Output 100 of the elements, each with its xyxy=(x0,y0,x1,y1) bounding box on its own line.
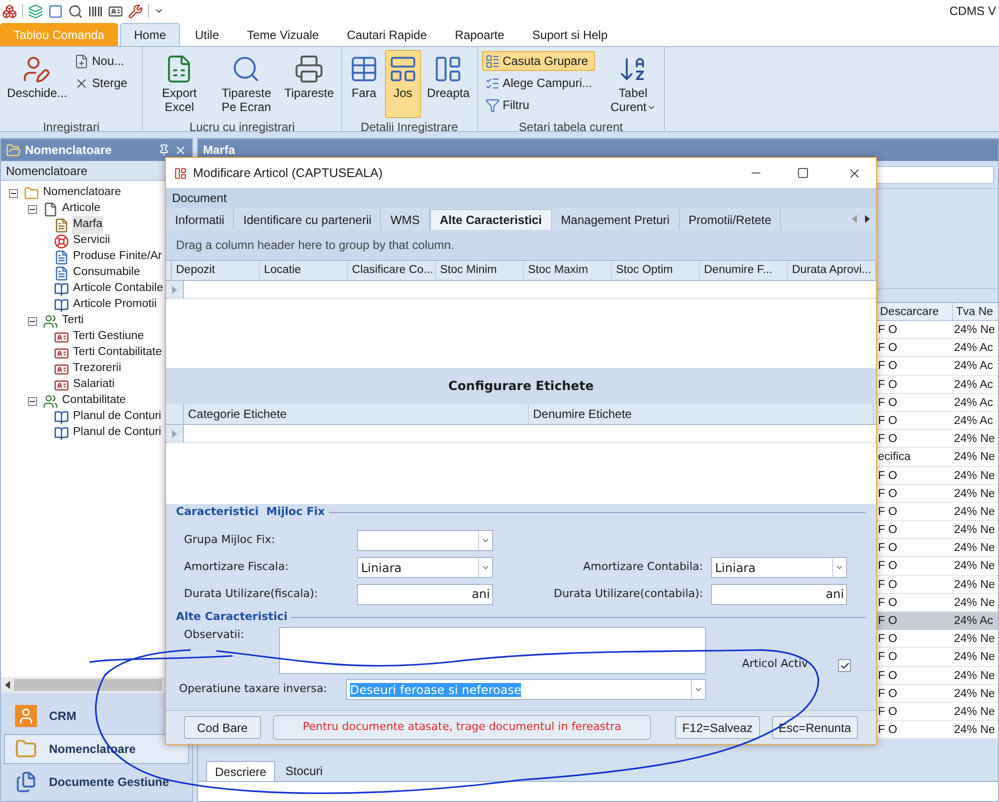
table-cell-text: 24% Ne xyxy=(953,704,996,720)
table-cell-text: 24% Ne xyxy=(953,432,996,448)
ribbon-button[interactable]: Tipareste Pe Ecran xyxy=(214,50,278,118)
ribbon-button[interactable]: Dreapta xyxy=(424,50,473,118)
collapse-toggle[interactable] xyxy=(28,204,37,214)
book-icon xyxy=(54,282,69,296)
table-cell-text: F O xyxy=(877,686,898,702)
new-item-icon xyxy=(74,54,89,68)
ribbon-button[interactable]: Deschide... xyxy=(4,50,68,118)
ribbon-button[interactable]: Sterge xyxy=(71,73,130,93)
table-cell-text: 24% Ne xyxy=(953,468,996,484)
table-cell-text: 24% Ne xyxy=(953,686,996,702)
number-field[interactable]: ani xyxy=(357,584,493,605)
ribbon-tab[interactable]: Utile xyxy=(182,23,232,46)
scroll-right-icon[interactable] xyxy=(865,215,870,223)
collapse-toggle[interactable] xyxy=(28,396,37,406)
save-button[interactable]: F12=Salveaz xyxy=(675,716,760,739)
tree-item[interactable]: Marfa xyxy=(72,216,104,234)
cancel-button[interactable]: Esc=Renunta xyxy=(772,716,858,739)
table-cell-text: 24% Ne xyxy=(953,632,996,648)
dropdown-field[interactable] xyxy=(357,530,493,551)
column-header[interactable]: Denumire F... xyxy=(700,261,788,280)
column-header[interactable]: Depozit xyxy=(172,261,260,280)
dropdown-field[interactable]: Liniara xyxy=(711,557,847,578)
table-cell-text: F O xyxy=(877,414,898,429)
people-icon xyxy=(43,314,58,328)
dropdown-field[interactable]: Liniara xyxy=(357,557,493,578)
number-field[interactable]: ani xyxy=(711,584,847,605)
menu-item[interactable]: Document xyxy=(172,189,227,207)
tree-item[interactable]: Terti Contabilitate xyxy=(72,344,163,362)
ribbon-tab[interactable]: Suport si Help xyxy=(519,23,621,46)
barcode-button[interactable]: Cod Bare xyxy=(184,716,261,739)
column-header[interactable]: Stoc Minim xyxy=(436,261,524,280)
tab[interactable]: Stocuri xyxy=(277,761,331,781)
tree-item[interactable]: Articole xyxy=(61,200,102,218)
tab[interactable]: Alte Caracteristici xyxy=(430,209,552,230)
ribbon-button[interactable]: Filtru xyxy=(482,95,596,115)
pin-icon[interactable] xyxy=(158,144,170,156)
ribbon-tab[interactable]: Cautari Rapide xyxy=(334,23,440,46)
ribbon-button[interactable]: Jos xyxy=(384,50,421,118)
ribbon-button[interactable]: Tipareste xyxy=(281,50,337,118)
column-header[interactable]: Locatie xyxy=(260,261,348,280)
barcode-icon[interactable] xyxy=(88,4,103,18)
tree-item[interactable]: Servicii xyxy=(72,232,112,250)
maximize-icon[interactable] xyxy=(797,167,809,179)
section-legend: Caracteristici Mijloc Fix xyxy=(176,504,325,520)
table-cell-text: 24% Ne xyxy=(953,559,996,574)
tree-item[interactable]: Contabilitate xyxy=(61,392,127,410)
layers-icon[interactable] xyxy=(28,4,43,18)
tree-item[interactable]: Terti xyxy=(61,312,85,330)
table-cell-text: F O xyxy=(877,559,898,574)
search-field[interactable] xyxy=(876,166,994,184)
tree-item[interactable]: Consumabile xyxy=(72,264,142,282)
ribbon-button[interactable]: Fara xyxy=(346,50,382,118)
collapse-toggle[interactable] xyxy=(28,316,37,326)
wrench-icon[interactable] xyxy=(128,4,143,18)
ribbon-button[interactable]: Tabel Curent xyxy=(606,50,660,118)
book-icon xyxy=(54,298,69,312)
table-cell-text: 24% Ac xyxy=(953,378,994,393)
navigation-button[interactable]: Documente Gestiune xyxy=(4,767,189,797)
search-icon[interactable] xyxy=(68,4,83,18)
card-icon[interactable] xyxy=(108,4,123,18)
column-header[interactable]: Durata Aprovi... xyxy=(788,261,876,280)
ribbon-tab[interactable]: Rapoarte xyxy=(442,23,518,46)
table-cell-text: F O xyxy=(877,359,898,374)
folder-icon xyxy=(15,738,37,760)
tree-item[interactable]: Planul de Conturi xyxy=(72,408,162,426)
ribbon-button[interactable]: Casuta Grupare xyxy=(482,51,596,71)
table-cell-text: 24% Ne xyxy=(953,723,996,738)
collapse-toggle[interactable] xyxy=(9,188,18,198)
ribbon-button[interactable]: Export Excel xyxy=(147,50,212,118)
table-cell-text: F O xyxy=(877,486,898,502)
tree-item[interactable]: Salariati xyxy=(72,376,116,394)
ribbon-group-label: Inregistrari xyxy=(42,119,100,136)
table-cell-text: F O xyxy=(877,468,898,484)
tree-item[interactable]: Articole Contabile xyxy=(72,280,164,298)
ribbon-button[interactable]: Alege Campuri... xyxy=(482,73,596,93)
tree-item[interactable]: Terti Gestiune xyxy=(72,328,145,346)
ribbon-tab[interactable]: Home xyxy=(120,23,180,46)
tree-item[interactable]: Articole Promotii xyxy=(72,296,158,314)
tree-item[interactable]: Trezorerii xyxy=(72,360,122,378)
column-header[interactable]: Denumire Etichete xyxy=(529,404,874,424)
column-header[interactable]: Stoc Maxim xyxy=(524,261,612,280)
tab[interactable]: Descriere xyxy=(206,761,276,781)
tree-item[interactable]: Nomenclatoare xyxy=(42,184,122,202)
window-icon[interactable] xyxy=(48,4,63,18)
ribbon-tab[interactable]: Teme Vizuale xyxy=(234,23,332,46)
column-header[interactable]: Stoc Optim xyxy=(612,261,700,280)
checkbox[interactable] xyxy=(838,659,852,672)
card-icon xyxy=(54,378,69,392)
column-header[interactable]: Tva Ne xyxy=(952,303,998,320)
group-by-hint: Drag a column header here to group by that column. xyxy=(176,237,454,254)
tree-item[interactable]: Produse Finite/Ar xyxy=(72,248,163,266)
column-header[interactable]: Categorie Etichete xyxy=(184,404,529,424)
column-header[interactable]: Clasificare Co... xyxy=(348,261,436,280)
notes-field[interactable] xyxy=(279,627,706,674)
table-cell-text: F O xyxy=(877,541,898,556)
checkbox-label: Articol Activ xyxy=(742,656,808,672)
tree-item[interactable]: Planul de Conturi xyxy=(72,424,162,442)
ribbon-button[interactable]: Nou... xyxy=(71,51,130,71)
